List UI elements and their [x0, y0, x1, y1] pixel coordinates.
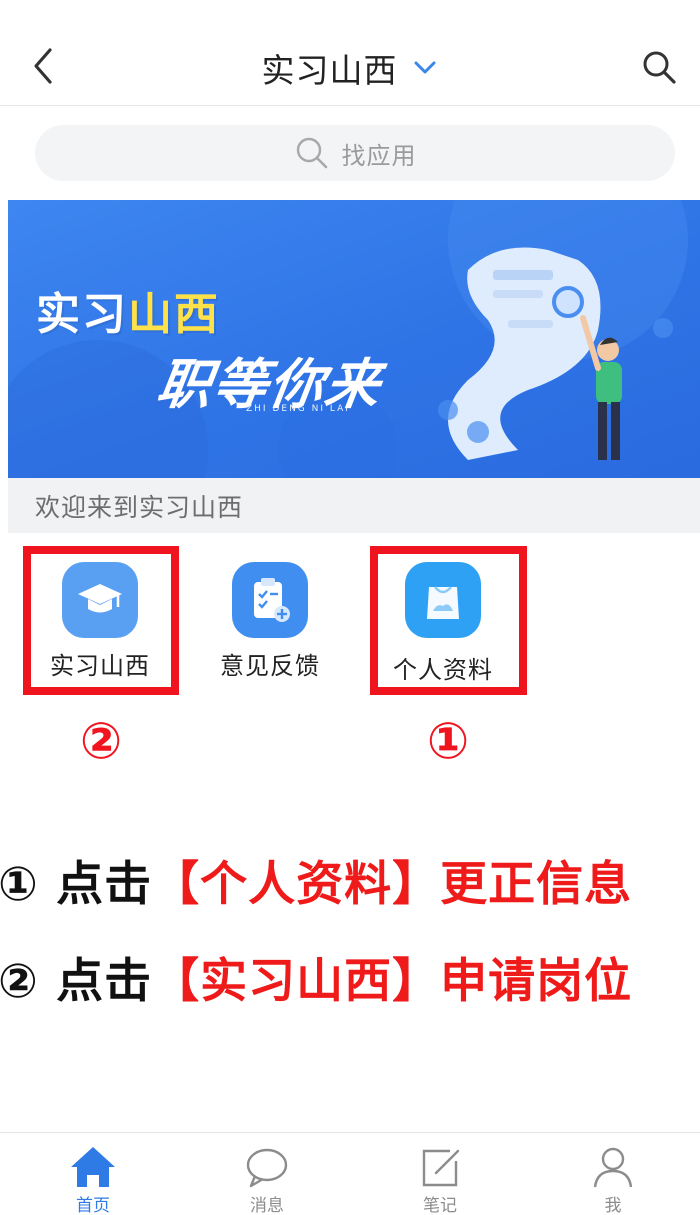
home-icon	[71, 1147, 115, 1187]
banner-title: 实习山西	[36, 289, 220, 340]
user-icon	[593, 1147, 633, 1188]
app-title-dropdown[interactable]: 实习山西	[0, 44, 700, 92]
tab-notes[interactable]: 笔记	[390, 1145, 490, 1215]
app-search-input[interactable]: 找应用	[35, 125, 675, 181]
banner-pinyin: ZHI DENG NI LAI	[246, 404, 350, 414]
note-edit-icon	[422, 1149, 460, 1187]
search-placeholder: 找应用	[341, 141, 417, 170]
app-label: 意见反馈	[220, 652, 320, 680]
top-bar: 实习山西	[0, 0, 700, 106]
marker-first: ①	[426, 712, 470, 770]
tab-home[interactable]: 首页	[43, 1145, 143, 1215]
highlight-box-personal-profile	[370, 546, 527, 695]
page-title: 实习山西	[261, 51, 398, 90]
chat-bubble-icon	[246, 1148, 288, 1188]
highlight-box-shixi-shanxi	[23, 546, 179, 695]
job-seeker-illustration	[438, 247, 673, 460]
instruction-2: ② 点击【实习山西】申请岗位	[0, 954, 633, 1009]
app-feedback[interactable]: 意见反馈	[208, 562, 332, 681]
chevron-down-icon	[414, 61, 436, 74]
promo-banner[interactable]: 实习山西 职等你来 ZHI DENG NI LAI	[8, 200, 700, 478]
header-search-button[interactable]	[640, 48, 678, 86]
clipboard-feedback-icon	[232, 562, 308, 638]
search-icon	[643, 51, 676, 84]
tab-me[interactable]: 我	[563, 1145, 663, 1215]
search-icon	[296, 137, 327, 169]
bottom-tab-bar: 首页 消息 笔记 我	[0, 1132, 700, 1215]
tab-messages[interactable]: 消息	[217, 1145, 317, 1215]
welcome-message: 欢迎来到实习山西	[8, 478, 700, 533]
marker-second: ②	[79, 712, 123, 770]
instruction-1: ① 点击【个人资料】更正信息	[0, 857, 633, 912]
